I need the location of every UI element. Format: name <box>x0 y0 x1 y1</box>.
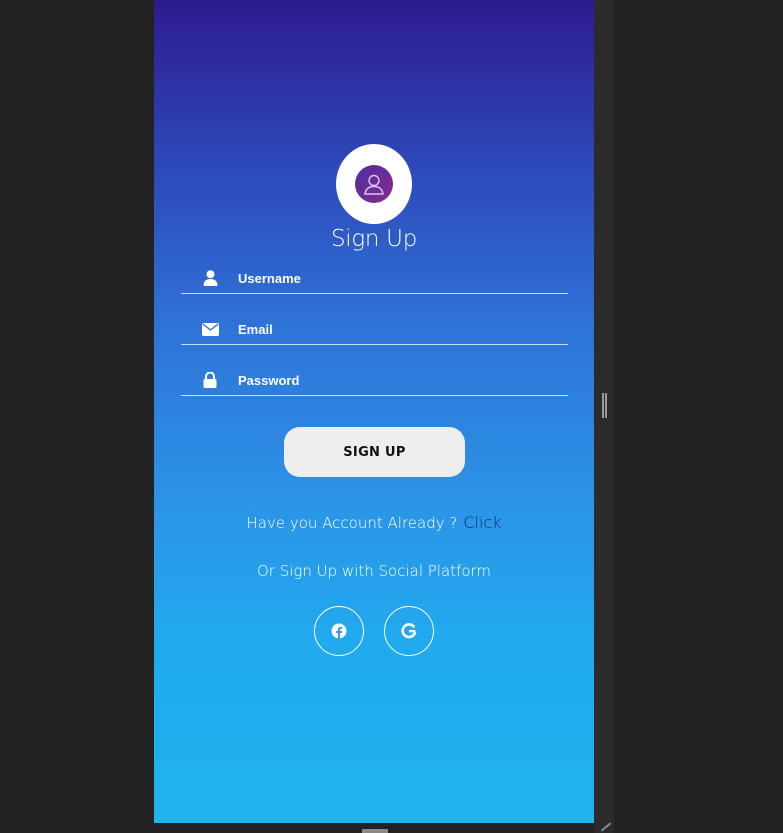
username-input[interactable] <box>238 265 558 291</box>
avatar-badge <box>355 165 393 203</box>
page-title: Sign Up <box>330 226 417 252</box>
sign-up-button[interactable]: SIGN UP <box>284 427 465 477</box>
lock-icon <box>201 371 219 389</box>
email-field <box>181 316 568 345</box>
social-signup-text: Or Sign Up with Social Platform <box>256 562 492 580</box>
envelope-icon <box>201 320 219 338</box>
home-indicator <box>362 829 388 833</box>
google-button[interactable] <box>384 606 434 656</box>
app-screen: Sign Up SIGN UP Have you Ac <box>154 0 594 823</box>
login-link[interactable]: Click <box>463 513 501 532</box>
facebook-button[interactable] <box>314 606 364 656</box>
password-input[interactable] <box>238 367 558 393</box>
email-input[interactable] <box>238 316 558 342</box>
resize-handle[interactable] <box>602 393 607 418</box>
have-account-line: Have you Account Already ? Click <box>154 513 594 532</box>
password-field <box>181 367 568 396</box>
google-icon <box>401 623 417 639</box>
username-field <box>181 265 568 294</box>
person-outline-icon <box>364 174 384 195</box>
user-icon <box>201 269 219 287</box>
facebook-icon <box>331 623 347 639</box>
have-account-text: Have you Account Already ? <box>246 514 458 532</box>
avatar <box>336 144 412 224</box>
